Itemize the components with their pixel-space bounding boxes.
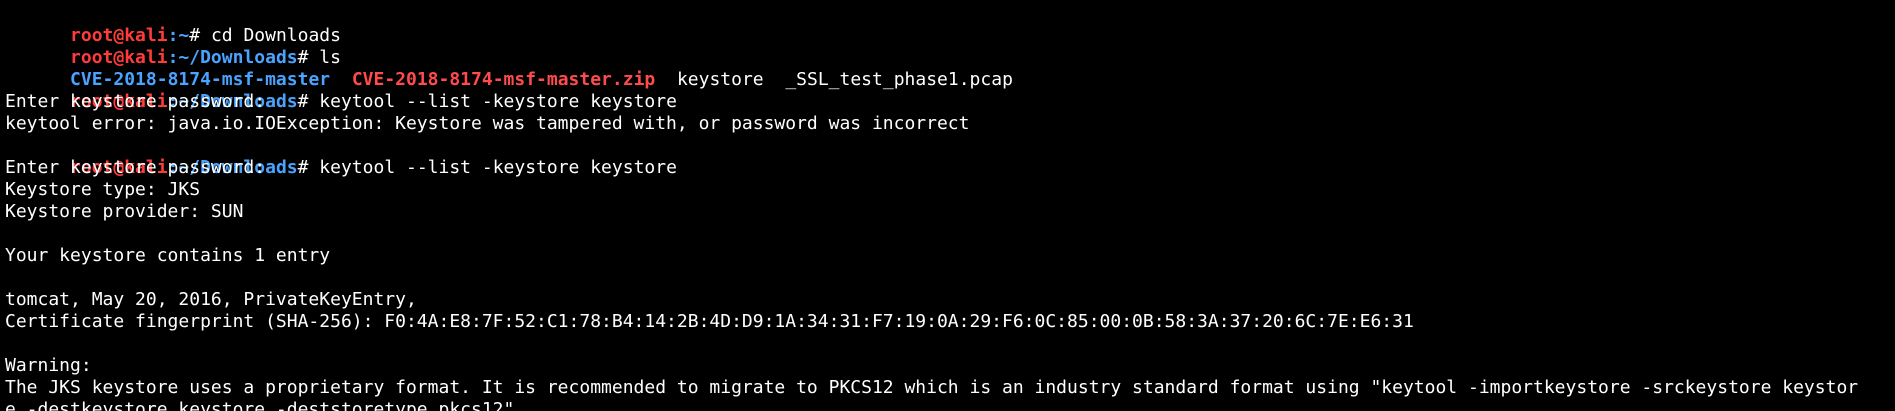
- file-entry: keystore: [676, 69, 764, 90]
- warning-text-continued: e -destkeystore keystore -deststoretype …: [5, 399, 526, 411]
- prompt-user: root@kali: [70, 25, 168, 46]
- warning-heading: Warning:: [5, 355, 92, 376]
- output-line: Keystore type: JKS: [5, 179, 201, 200]
- directory-entry: CVE-2018-8174-msf-master: [70, 69, 331, 90]
- command-text: # keytool --list -keystore keystore: [297, 91, 677, 112]
- error-line: keytool error: java.io.IOException: Keys…: [5, 113, 970, 134]
- fingerprint-line: Certificate fingerprint (SHA-256): F0:4A…: [5, 311, 1414, 332]
- command-text: # ls: [297, 47, 341, 68]
- output-line: Keystore provider: SUN: [5, 201, 244, 222]
- output-line: tomcat, May 20, 2016, PrivateKeyEntry,: [5, 289, 417, 310]
- prompt-path: :~/Downloads: [167, 47, 298, 68]
- terminal-line: root@kali:~# cd Downloads: [5, 3, 1895, 46]
- prompt-user: root@kali: [70, 47, 168, 68]
- output-line: Your keystore contains 1 entry: [5, 245, 331, 266]
- terminal-window[interactable]: root@kali:~# cd Downloads root@kali:~/Do…: [0, 0, 1895, 411]
- command-text: # cd Downloads: [189, 25, 341, 46]
- archive-entry: CVE-2018-8174-msf-master.zip: [351, 69, 656, 90]
- command-text: # keytool --list -keystore keystore: [297, 157, 677, 178]
- terminal-line: root@kali:~/Downloads# keytool --list -k…: [5, 135, 1895, 178]
- prompt-path: :~: [167, 25, 190, 46]
- warning-text: The JKS keystore uses a proprietary form…: [5, 377, 1859, 398]
- terminal-output: root@kali:~# cd Downloads root@kali:~/Do…: [5, 3, 1895, 411]
- file-entry: _SSL_test_phase1.pcap: [785, 69, 1013, 90]
